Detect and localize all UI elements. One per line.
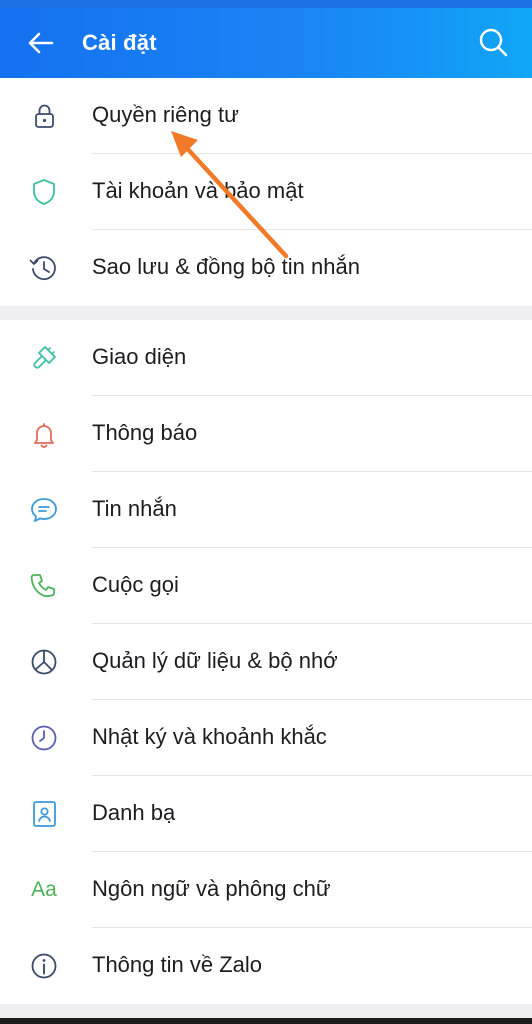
settings-item-appearance[interactable]: Giao diện xyxy=(0,320,532,396)
search-icon[interactable] xyxy=(476,25,510,59)
settings-item-label: Nhật ký và khoảnh khắc xyxy=(92,724,327,749)
info-icon xyxy=(31,953,57,979)
settings-item-label: Sao lưu & đồng bộ tin nhắn xyxy=(92,254,360,279)
settings-item-label: Tài khoản và bảo mật xyxy=(92,178,304,203)
settings-item-notifications[interactable]: Thông báo xyxy=(0,396,532,472)
settings-item-label: Thông báo xyxy=(92,420,198,445)
settings-item-label: Cuộc gọi xyxy=(92,572,179,597)
settings-item-label: Thông tin về Zalo xyxy=(92,952,262,977)
settings-item-about-zalo[interactable]: Thông tin về Zalo xyxy=(0,928,532,1004)
settings-group-account: Quyền riêng tư Tài khoản và bảo mật Sao … xyxy=(0,78,532,306)
chat-bubble-icon xyxy=(31,498,57,522)
settings-item-data-storage[interactable]: Quản lý dữ liệu & bộ nhớ xyxy=(0,624,532,700)
pie-chart-icon xyxy=(31,649,57,675)
status-bar xyxy=(0,0,532,8)
settings-item-label: Ngôn ngữ và phông chữ xyxy=(92,876,331,901)
settings-item-label: Quản lý dữ liệu & bộ nhớ xyxy=(92,648,338,673)
lock-icon xyxy=(35,104,54,128)
phone-icon xyxy=(30,574,55,598)
settings-item-label: Tin nhắn xyxy=(92,496,177,521)
settings-item-label: Giao diện xyxy=(92,344,187,369)
settings-item-label: Danh bạ xyxy=(92,800,176,825)
settings-item-backup-sync[interactable]: Sao lưu & đồng bộ tin nhắn xyxy=(0,230,532,306)
settings-item-account-security[interactable]: Tài khoản và bảo mật xyxy=(0,154,532,230)
settings-item-label: Quyền riêng tư xyxy=(92,102,239,127)
settings-item-messages[interactable]: Tin nhắn xyxy=(0,472,532,548)
page-title: Cài đặt xyxy=(82,30,157,55)
shield-icon xyxy=(33,179,55,205)
contacts-icon xyxy=(33,801,56,827)
paint-brush-icon xyxy=(33,346,56,369)
bottom-bar xyxy=(0,1018,532,1024)
settings-item-contacts[interactable]: Danh bạ xyxy=(0,776,532,852)
arrow-left-icon[interactable] xyxy=(24,26,58,60)
font-aa-icon: Aa xyxy=(31,878,57,901)
settings-item-language-font[interactable]: Aa Ngôn ngữ và phông chữ xyxy=(0,852,532,928)
settings-item-privacy[interactable]: Quyền riêng tư xyxy=(0,78,532,154)
settings-item-timeline[interactable]: Nhật ký và khoảnh khắc xyxy=(0,700,532,776)
backup-clock-icon xyxy=(29,256,56,281)
bell-icon xyxy=(34,423,54,448)
clock-icon xyxy=(31,725,57,751)
settings-item-calls[interactable]: Cuộc gọi xyxy=(0,548,532,624)
settings-group-general: Giao diện Thông báo Tin nhắn Cuộc gọi Qu… xyxy=(0,320,532,1004)
app-header: Cài đặt xyxy=(0,8,532,78)
